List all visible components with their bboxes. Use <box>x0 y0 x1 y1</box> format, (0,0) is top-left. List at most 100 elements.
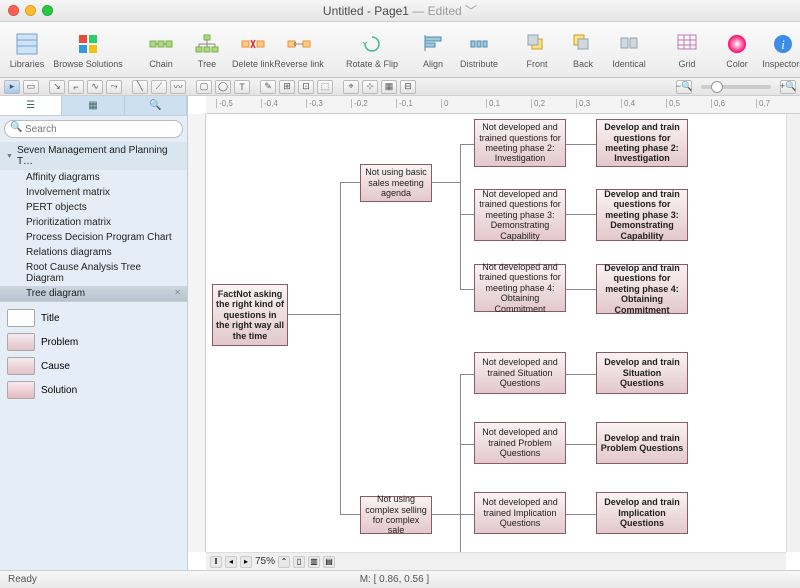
view-mode-2[interactable]: ▥ <box>308 556 320 568</box>
library-header[interactable]: Seven Management and Planning T… <box>0 142 187 170</box>
node-root[interactable]: FactNot asking the right kind of questio… <box>212 284 288 346</box>
sidebar-tab-grid[interactable]: ▦ <box>62 96 124 115</box>
back-button[interactable]: Back <box>562 31 604 69</box>
ruler-tick: 0,4 <box>621 99 635 108</box>
zoom-value[interactable]: 75% <box>255 556 275 567</box>
browse-solutions-button[interactable]: Browse Solutions <box>52 31 124 69</box>
chain-button[interactable]: Chain <box>140 31 182 69</box>
zoom-in-button[interactable]: +🔍 <box>780 80 796 94</box>
connector-tool-2[interactable]: ⌐ <box>68 80 84 94</box>
shape-solution-thumb <box>7 381 35 399</box>
reverse-link-button[interactable]: Reverse link <box>278 31 320 69</box>
front-button[interactable]: Front <box>516 31 558 69</box>
shape-title[interactable]: Title <box>4 306 183 330</box>
node-d4[interactable]: Develop and train Situation Questions <box>596 352 688 394</box>
collapse-handle-icon[interactable]: ‖ <box>210 556 222 568</box>
node-c2[interactable]: Not developed and trained questions for … <box>474 189 566 241</box>
horizontal-scrollbar[interactable]: ‖ ◂ ▸ 75% ⌃ ▯ ▥ ▤ <box>206 552 786 570</box>
line-tool[interactable]: ╲ <box>132 80 148 94</box>
vertical-ruler[interactable] <box>188 114 206 552</box>
library-item-relations[interactable]: Relations diagrams <box>0 245 187 260</box>
shape-solution[interactable]: Solution <box>4 378 183 402</box>
color-button[interactable]: Color <box>716 31 758 69</box>
chain-label: Chain <box>149 59 173 69</box>
reverse-link-icon <box>286 31 312 57</box>
node-c1[interactable]: Not developed and trained questions for … <box>474 119 566 167</box>
node-c4[interactable]: Not developed and trained Situation Ques… <box>474 352 566 394</box>
library-item-pdpc[interactable]: Process Decision Program Chart <box>0 230 187 245</box>
window-title-main: Untitled - Page1 <box>323 4 409 18</box>
node-c6[interactable]: Not developed and trained Implication Qu… <box>474 492 566 534</box>
node-d1[interactable]: Develop and train questions for meeting … <box>596 119 688 167</box>
shape-problem[interactable]: Problem <box>4 330 183 354</box>
grid-button[interactable]: Grid <box>666 31 708 69</box>
sidebar-tab-libraries[interactable]: ☰ <box>0 96 62 115</box>
rect-tool[interactable]: ▢ <box>196 80 212 94</box>
pointer-tool[interactable]: ▸ <box>4 80 20 94</box>
libraries-icon <box>14 31 40 57</box>
misc-tool-4[interactable]: ⬚ <box>317 80 333 94</box>
distribute-button[interactable]: Distribute <box>458 31 500 69</box>
node-branch-2[interactable]: Not using complex selling for complex sa… <box>360 496 432 534</box>
node-d2[interactable]: Develop and train questions for meeting … <box>596 189 688 241</box>
misc-tool-3[interactable]: ⊡ <box>298 80 314 94</box>
canvas-area: -0,5 -0,4 -0,3 -0,2 -0,1 0 0,1 0,2 0,3 0… <box>188 96 800 570</box>
select-tool[interactable]: ▭ <box>23 80 39 94</box>
ruler-tick: 0 <box>441 99 448 108</box>
zoom-slider[interactable] <box>701 85 771 89</box>
shape-cause[interactable]: Cause <box>4 354 183 378</box>
horizontal-ruler[interactable]: -0,5 -0,4 -0,3 -0,2 -0,1 0 0,1 0,2 0,3 0… <box>206 96 800 114</box>
connector <box>566 514 596 515</box>
identical-button[interactable]: Identical <box>608 31 650 69</box>
align-button[interactable]: Align <box>412 31 454 69</box>
zoom-out-button[interactable]: −🔍 <box>676 80 692 94</box>
page-prev-button[interactable]: ◂ <box>225 556 237 568</box>
snap-tool-1[interactable]: ⌖ <box>343 80 359 94</box>
curve-tool[interactable]: 〰 <box>170 80 186 94</box>
libraries-button[interactable]: Libraries <box>6 31 48 69</box>
ellipse-tool[interactable]: ◯ <box>215 80 231 94</box>
text-tool[interactable]: T <box>234 80 250 94</box>
sidebar-tab-search[interactable]: 🔍 <box>125 96 187 115</box>
page-next-button[interactable]: ▸ <box>240 556 252 568</box>
status-bar: Ready M: [ 0.86, 0.56 ] <box>0 570 800 588</box>
ruler-tick: -0,2 <box>351 99 368 108</box>
library-item-involvement[interactable]: Involvement matrix <box>0 185 187 200</box>
library-item-prioritization[interactable]: Prioritization matrix <box>0 215 187 230</box>
view-mode-1[interactable]: ▯ <box>293 556 305 568</box>
distribute-label: Distribute <box>460 59 498 69</box>
view-mode-3[interactable]: ▤ <box>323 556 335 568</box>
snap-tool-3[interactable]: ▦ <box>381 80 397 94</box>
node-d5[interactable]: Develop and train Problem Questions <box>596 422 688 464</box>
library-item-affinity[interactable]: Affinity diagrams <box>0 170 187 185</box>
drawing-canvas[interactable]: FactNot asking the right kind of questio… <box>206 114 786 552</box>
library-item-pert[interactable]: PERT objects <box>0 200 187 215</box>
connector-tool-3[interactable]: ∿ <box>87 80 103 94</box>
tree-button[interactable]: Tree <box>186 31 228 69</box>
connector <box>460 374 461 552</box>
misc-tool-1[interactable]: ✎ <box>260 80 276 94</box>
rotate-flip-button[interactable]: Rotate & Flip <box>336 31 408 69</box>
node-d3[interactable]: Develop and train questions for meeting … <box>596 264 688 314</box>
color-icon <box>724 31 750 57</box>
library-item-tree-diagram[interactable]: Tree diagram <box>0 286 187 301</box>
node-c5[interactable]: Not developed and trained Problem Questi… <box>474 422 566 464</box>
library-item-rootcause[interactable]: Root Cause Analysis Tree Diagram <box>0 260 187 286</box>
inspectors-button[interactable]: i Inspectors <box>762 31 800 69</box>
delete-link-button[interactable]: Delete link <box>232 31 274 69</box>
misc-tool-2[interactable]: ⊞ <box>279 80 295 94</box>
polyline-tool[interactable]: ⟋ <box>151 80 167 94</box>
node-c3[interactable]: Not developed and trained questions for … <box>474 264 566 312</box>
connector <box>566 214 596 215</box>
vertical-scrollbar[interactable] <box>786 114 800 552</box>
connector-tool-1[interactable]: ↘ <box>49 80 65 94</box>
sidebar: ☰ ▦ 🔍 Seven Management and Planning T… A… <box>0 96 188 570</box>
zoom-step-button[interactable]: ⌃ <box>278 556 290 568</box>
title-dropdown-icon[interactable]: ﹀ <box>465 4 477 18</box>
node-d6[interactable]: Develop and train Implication Questions <box>596 492 688 534</box>
connector-tool-4[interactable]: ⤳ <box>106 80 122 94</box>
snap-tool-4[interactable]: ⊟ <box>400 80 416 94</box>
search-input[interactable] <box>4 120 183 138</box>
snap-tool-2[interactable]: ⊹ <box>362 80 378 94</box>
node-branch-1[interactable]: Not using basic sales meeting agenda <box>360 164 432 202</box>
